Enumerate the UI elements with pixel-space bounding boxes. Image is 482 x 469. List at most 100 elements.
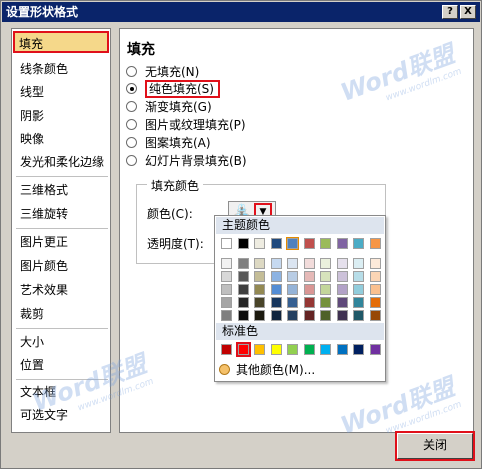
standard-color-swatch[interactable]: [287, 344, 298, 355]
theme-shade-swatch[interactable]: [221, 297, 232, 308]
theme-shade-swatch[interactable]: [369, 258, 381, 269]
theme-shade-swatch[interactable]: [353, 284, 364, 295]
sidebar-item-text-box[interactable]: 文本框: [16, 381, 108, 403]
close-icon[interactable]: X: [460, 5, 476, 19]
sidebar-item-3d-format[interactable]: 三维格式: [16, 179, 108, 201]
radio-circle[interactable]: [126, 66, 137, 77]
radio-circle[interactable]: [126, 155, 137, 166]
theme-shade-swatch[interactable]: [221, 310, 232, 321]
theme-shade-swatch[interactable]: [369, 284, 381, 295]
standard-color-swatch[interactable]: [353, 344, 364, 355]
theme-shade-swatch[interactable]: [320, 297, 331, 308]
sidebar-item-line-style[interactable]: 线型: [16, 81, 108, 103]
sidebar-item-size[interactable]: 大小: [16, 331, 108, 353]
theme-color-swatch[interactable]: [369, 238, 381, 249]
theme-shade-swatch[interactable]: [353, 271, 364, 282]
radio-pattern-fill[interactable]: 图案填充(A): [126, 135, 211, 151]
theme-shade-swatch[interactable]: [221, 271, 232, 282]
standard-color-swatch[interactable]: [237, 344, 249, 355]
radio-circle-checked[interactable]: [126, 83, 137, 94]
standard-color-swatch[interactable]: [336, 344, 348, 355]
theme-shade-swatch[interactable]: [237, 258, 249, 269]
theme-shade-swatch[interactable]: [237, 297, 249, 308]
standard-color-swatch[interactable]: [369, 344, 381, 355]
sidebar-item-line-color[interactable]: 线条颜色: [16, 58, 108, 80]
theme-shade-swatch[interactable]: [287, 271, 298, 282]
close-button[interactable]: 关闭: [397, 433, 473, 459]
theme-shade-swatch[interactable]: [221, 258, 232, 269]
standard-color-swatch[interactable]: [303, 344, 315, 355]
theme-shade-swatch[interactable]: [369, 271, 381, 282]
sidebar-item-reflection[interactable]: 映像: [16, 128, 108, 150]
theme-shade-swatch[interactable]: [254, 284, 265, 295]
theme-shade-swatch[interactable]: [254, 310, 265, 321]
theme-shade-swatch[interactable]: [270, 271, 282, 282]
theme-shade-swatch[interactable]: [303, 310, 315, 321]
sidebar-item-3d-rotation[interactable]: 三维旋转: [16, 203, 108, 225]
radio-circle[interactable]: [126, 119, 137, 130]
theme-shade-swatch[interactable]: [270, 258, 282, 269]
theme-shade-swatch[interactable]: [270, 310, 282, 321]
theme-shade-swatch[interactable]: [287, 284, 298, 295]
theme-shade-swatch[interactable]: [336, 297, 348, 308]
theme-shade-swatch[interactable]: [369, 310, 381, 321]
theme-shade-swatch[interactable]: [320, 284, 331, 295]
sidebar-item-shadow[interactable]: 阴影: [16, 105, 108, 127]
theme-shade-swatch[interactable]: [303, 284, 315, 295]
radio-circle[interactable]: [126, 101, 137, 112]
theme-color-swatch[interactable]: [336, 238, 348, 249]
standard-color-swatch[interactable]: [221, 344, 232, 355]
theme-shade-swatch[interactable]: [336, 284, 348, 295]
theme-color-swatch[interactable]: [221, 238, 232, 249]
theme-shade-swatch[interactable]: [336, 310, 348, 321]
sidebar-item-picture-color[interactable]: 图片颜色: [16, 255, 108, 277]
standard-color-swatch[interactable]: [254, 344, 265, 355]
radio-solid-fill[interactable]: 纯色填充(S): [126, 80, 220, 98]
more-colors-item[interactable]: 其他颜色(M)...: [219, 362, 315, 378]
sidebar-item-crop[interactable]: 裁剪: [16, 303, 108, 325]
theme-shade-swatch[interactable]: [287, 310, 298, 321]
theme-color-swatch[interactable]: [320, 238, 331, 249]
theme-shade-swatch[interactable]: [353, 310, 364, 321]
theme-shade-swatch[interactable]: [287, 297, 298, 308]
theme-shade-swatch[interactable]: [353, 258, 364, 269]
theme-shade-swatch[interactable]: [320, 258, 331, 269]
theme-shade-swatch[interactable]: [270, 284, 282, 295]
theme-color-swatch[interactable]: [237, 238, 249, 249]
theme-shade-swatch[interactable]: [237, 271, 249, 282]
radio-picture-fill[interactable]: 图片或纹理填充(P): [126, 117, 246, 133]
theme-shade-swatch[interactable]: [303, 271, 315, 282]
theme-shade-swatch[interactable]: [254, 258, 265, 269]
theme-color-swatch[interactable]: [270, 238, 282, 249]
theme-shade-swatch[interactable]: [287, 258, 298, 269]
theme-shade-swatch[interactable]: [270, 297, 282, 308]
theme-color-swatch[interactable]: [303, 238, 315, 249]
sidebar-item-fill[interactable]: 填充: [13, 31, 109, 53]
standard-color-swatch[interactable]: [320, 344, 331, 355]
theme-shade-swatch[interactable]: [353, 297, 364, 308]
theme-shade-swatch[interactable]: [336, 258, 348, 269]
theme-color-swatch[interactable]: [353, 238, 364, 249]
radio-background-fill[interactable]: 幻灯片背景填充(B): [126, 153, 247, 169]
theme-shade-swatch[interactable]: [237, 310, 249, 321]
sidebar-item-artistic-effects[interactable]: 艺术效果: [16, 279, 108, 301]
theme-color-swatch[interactable]: [286, 237, 299, 250]
sidebar-item-position[interactable]: 位置: [16, 354, 108, 376]
theme-shade-swatch[interactable]: [320, 271, 331, 282]
theme-shade-swatch[interactable]: [254, 271, 265, 282]
theme-shade-swatch[interactable]: [221, 284, 232, 295]
radio-circle[interactable]: [126, 137, 137, 148]
theme-shade-swatch[interactable]: [336, 271, 348, 282]
theme-shade-swatch[interactable]: [237, 284, 249, 295]
theme-color-swatch[interactable]: [254, 238, 265, 249]
theme-shade-swatch[interactable]: [303, 258, 315, 269]
sidebar-item-alt-text[interactable]: 可选文字: [16, 404, 108, 426]
radio-gradient-fill[interactable]: 渐变填充(G): [126, 99, 212, 115]
standard-color-swatch[interactable]: [270, 344, 282, 355]
theme-shade-swatch[interactable]: [303, 297, 315, 308]
help-button[interactable]: ?: [442, 5, 458, 19]
sidebar-item-glow[interactable]: 发光和柔化边缘: [16, 151, 108, 173]
sidebar-item-picture-corrections[interactable]: 图片更正: [16, 231, 108, 253]
theme-shade-swatch[interactable]: [254, 297, 265, 308]
theme-shade-swatch[interactable]: [369, 297, 381, 308]
